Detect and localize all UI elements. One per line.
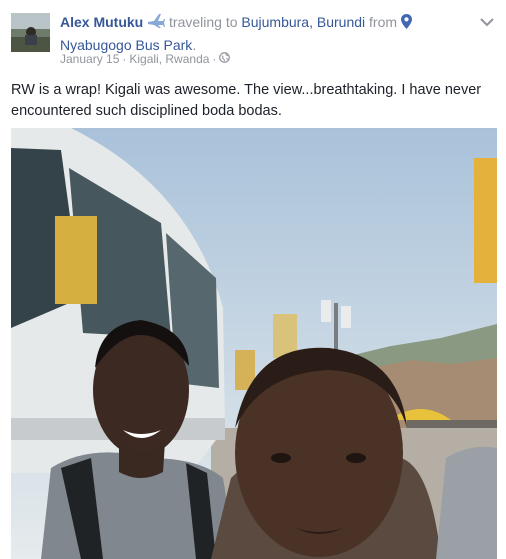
post-meta: January 15 · Kigali, Rwanda · (60, 52, 231, 66)
airplane-icon (147, 13, 166, 35)
chevron-down-icon[interactable] (480, 14, 494, 27)
location-pin-icon (400, 14, 412, 35)
from-text: from (369, 14, 398, 30)
header-period: . (192, 37, 197, 53)
author-avatar[interactable] (11, 13, 50, 52)
meta-separator-2: · (212, 52, 217, 66)
post-card: Alex Mutuku traveling to Bujumbura, Buru… (0, 0, 506, 559)
post-photo[interactable] (11, 128, 497, 559)
post-header: Alex Mutuku traveling to Bujumbura, Buru… (60, 12, 480, 56)
post-location[interactable]: Kigali, Rwanda (129, 52, 209, 66)
author-name[interactable]: Alex Mutuku (60, 14, 143, 30)
meta-separator: · (122, 52, 127, 66)
post-text: RW is a wrap! Kigali was awesome. The vi… (11, 82, 482, 119)
destination-link[interactable]: Bujumbura, Burundi (241, 14, 365, 30)
origin-link[interactable]: Nyabugogo Bus Park (60, 37, 192, 53)
globe-icon[interactable] (219, 52, 231, 66)
activity-text: traveling to (169, 14, 238, 30)
post-date[interactable]: January 15 (60, 52, 119, 66)
